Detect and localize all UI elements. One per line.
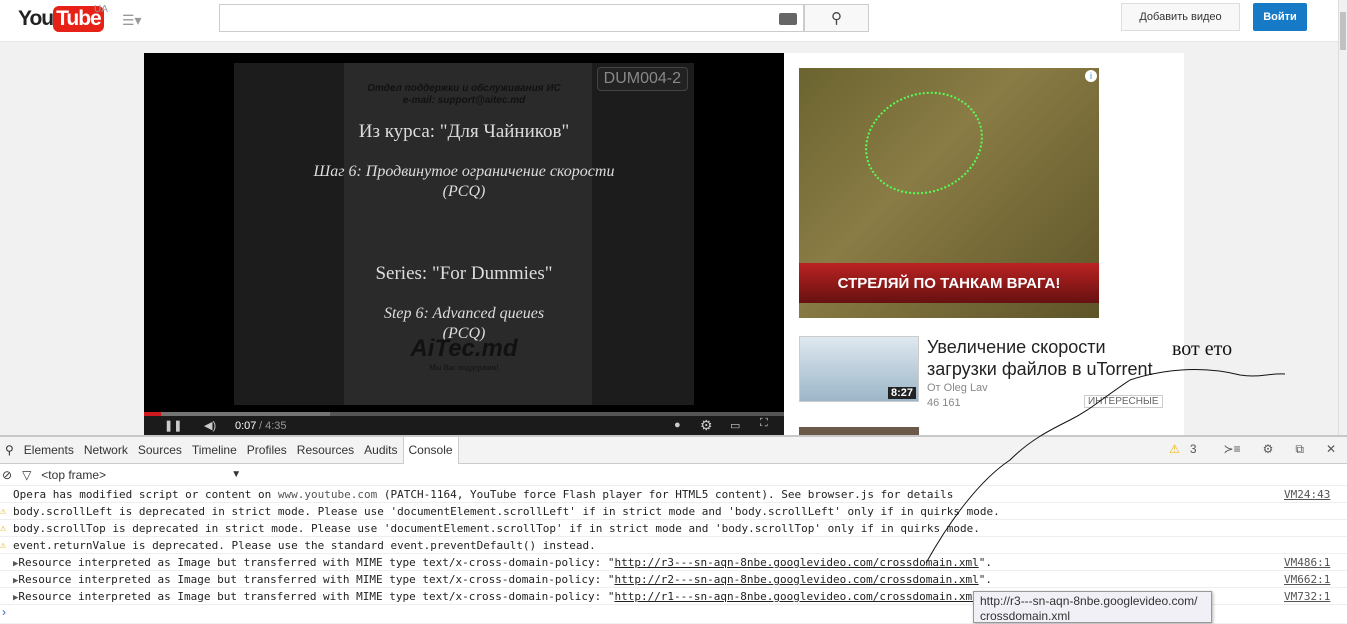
warning-icon: ⚠ xyxy=(0,523,7,534)
video-text: Series: "For Dummies" xyxy=(375,263,553,284)
console-message: ⚠ body.scrollLeft is deprecated in strict… xyxy=(0,503,1347,520)
masthead: You Tube UA ☰▾ ⚲ Добавить видео Войти xyxy=(0,0,1338,42)
tab-network[interactable]: Network xyxy=(79,443,133,457)
source-link[interactable]: VM486:1 xyxy=(1284,554,1330,571)
message-host: www.youtube.com xyxy=(277,488,378,501)
search-button[interactable]: ⚲ xyxy=(804,4,869,32)
video-frame: DUM004-2 Отдел поддержки и обслуживания … xyxy=(234,63,694,405)
search-input[interactable] xyxy=(219,4,804,32)
console-message: Opera has modified script or content on … xyxy=(0,486,1347,503)
watch-later-icon[interactable]: ● xyxy=(674,419,681,431)
video-text: Шаг 6: Продвинутое ограничение скорости xyxy=(313,163,615,180)
message-text: Opera has modified script or content on xyxy=(13,488,278,501)
source-link[interactable]: VM662:1 xyxy=(1284,571,1330,588)
login-button[interactable]: Войти xyxy=(1253,3,1307,31)
ad-text: СТРЕЛЯЙ ПО ТАНКАМ ВРАГА! xyxy=(799,263,1099,303)
ad-info-icon[interactable]: i xyxy=(1085,70,1097,82)
message-text: body.scrollTop is deprecated in strict m… xyxy=(13,522,980,535)
search-icon[interactable]: ⚲ xyxy=(0,443,19,457)
tab-sources[interactable]: Sources xyxy=(133,443,187,457)
tab-resources[interactable]: Resources xyxy=(292,443,359,457)
devtools-tabs: ⚲ Elements Network Sources Timeline Prof… xyxy=(0,436,1347,464)
handwritten-annotation: вот ето xyxy=(1172,338,1233,360)
warning-count: 3 xyxy=(1189,442,1197,456)
current-time: 0:07 xyxy=(235,420,257,432)
video-text: Мы Вас поддержим! xyxy=(428,363,500,372)
settings-icon[interactable]: ⚙ xyxy=(700,417,713,434)
chevron-down-icon[interactable]: ▼ xyxy=(231,469,241,480)
aitec-logo: AiTec.md xyxy=(410,335,518,362)
tooltip-line: crossdomain.xml xyxy=(980,609,1071,623)
message-text: Resource interpreted as Image but transf… xyxy=(18,590,615,603)
settings-icon[interactable]: ⚙ xyxy=(1258,442,1279,457)
volume-icon[interactable]: ◀) xyxy=(204,419,216,432)
filter-icon[interactable]: ▽ xyxy=(22,468,31,482)
player-controls: ❚❚ ◀) 0:07 / 4:35 ● ⚙ ▭ ⛶ xyxy=(144,416,784,435)
tooltip-line: http://r3---sn-aqn-8nbe.googlevideo.com/ xyxy=(980,594,1198,608)
keyboard-icon[interactable] xyxy=(779,13,797,25)
drawer-icon[interactable]: ≻≡ xyxy=(1219,442,1246,457)
video-text: (PCQ) xyxy=(442,183,486,200)
tab-console[interactable]: Console xyxy=(402,436,459,464)
close-icon[interactable]: ✕ xyxy=(1321,442,1341,457)
tab-profiles[interactable]: Profiles xyxy=(242,443,292,457)
console-message: ▶Resource interpreted as Image but trans… xyxy=(0,554,1347,571)
console-message: ⚠ event.returnValue is deprecated. Please… xyxy=(0,537,1347,554)
search-icon: ⚲ xyxy=(831,10,842,27)
video-author: От Oleg Lav xyxy=(927,382,988,394)
guide-menu-icon[interactable]: ☰▾ xyxy=(122,12,142,29)
console-message: ⚠ body.scrollTop is deprecated in strict … xyxy=(0,520,1347,537)
fullscreen-icon[interactable]: ⛶ xyxy=(760,417,768,430)
warning-icon: ⚠ xyxy=(0,540,7,551)
warning-icon: ⚠ xyxy=(0,506,7,517)
tab-timeline[interactable]: Timeline xyxy=(187,443,242,457)
message-text: event.returnValue is deprecated. Please … xyxy=(13,539,596,552)
message-url-link[interactable]: http://r1---sn-aqn-8nbe.googlevideo.com/… xyxy=(614,590,978,603)
video-thumbnail[interactable]: 8:27 xyxy=(799,336,919,402)
message-text: Resource interpreted as Image but transf… xyxy=(18,573,615,586)
tab-audits[interactable]: Audits xyxy=(359,443,402,457)
video-text: e-mail: support@aitec.md xyxy=(402,95,526,106)
video-thumbnail[interactable] xyxy=(799,427,919,435)
source-link[interactable]: VM732:1 xyxy=(1284,588,1330,605)
theater-mode-icon[interactable]: ▭ xyxy=(730,419,740,432)
tab-elements[interactable]: Elements xyxy=(19,443,79,457)
console-toolbar: ⊘ ▽ <top frame> ▼ xyxy=(0,464,1347,486)
upload-button[interactable]: Добавить видео xyxy=(1121,3,1240,31)
warning-counter[interactable]: ⚠ 3 xyxy=(1159,442,1206,457)
message-url-link[interactable]: http://r2---sn-aqn-8nbe.googlevideo.com/… xyxy=(614,573,978,586)
message-text: ". xyxy=(978,573,992,586)
frame-select[interactable]: <top frame> xyxy=(41,468,221,482)
console-message: ▶Resource interpreted as Image but trans… xyxy=(0,571,1347,588)
scrollbar-thumb[interactable] xyxy=(1340,12,1346,50)
url-tooltip: http://r3---sn-aqn-8nbe.googlevideo.com/… xyxy=(973,591,1212,623)
video-text: Из курса: "Для Чайников" xyxy=(358,121,570,142)
clear-console-icon[interactable]: ⊘ xyxy=(2,468,12,482)
duration: / 4:35 xyxy=(259,420,287,432)
video-player[interactable]: DUM004-2 Отдел поддержки и обслуживания … xyxy=(144,53,784,435)
sidebar: i СТРЕЛЯЙ ПО ТАНКАМ ВРАГА! 8:27 Увеличен… xyxy=(784,53,1184,435)
message-text: body.scrollLeft is deprecated in strict … xyxy=(13,505,1000,518)
message-text: (PATCH-1164, YouTube force Flash player … xyxy=(377,488,954,501)
interesting-badge: ИНТЕРЕСНЫЕ xyxy=(1084,395,1163,408)
video-duration: 8:27 xyxy=(887,387,916,399)
youtube-logo[interactable]: You Tube UA xyxy=(18,4,108,32)
warning-icon: ⚠ xyxy=(1169,442,1180,456)
ad-banner[interactable]: i СТРЕЛЯЙ ПО ТАНКАМ ВРАГА! xyxy=(799,68,1099,318)
view-count: 46 161 xyxy=(927,397,961,409)
message-text: Resource interpreted as Image but transf… xyxy=(18,556,615,569)
message-url-link[interactable]: http://r3---sn-aqn-8nbe.googlevideo.com/… xyxy=(614,556,978,569)
region-label: UA xyxy=(94,4,108,15)
page-scrollbar[interactable] xyxy=(1338,0,1347,435)
video-text: Отдел поддержки и обслуживания ИС xyxy=(367,83,561,94)
dock-icon[interactable]: ⧉ xyxy=(1290,442,1309,457)
video-title[interactable]: Увеличение скорости загрузки файлов в uT… xyxy=(927,336,1172,380)
message-text: ". xyxy=(978,556,992,569)
pause-icon[interactable]: ❚❚ xyxy=(164,419,182,432)
source-link[interactable]: VM24:43 xyxy=(1284,486,1330,503)
logo-you: You xyxy=(18,7,54,30)
video-text: Step 6: Advanced queues xyxy=(383,305,545,322)
console-messages: Opera has modified script or content on … xyxy=(0,486,1347,605)
